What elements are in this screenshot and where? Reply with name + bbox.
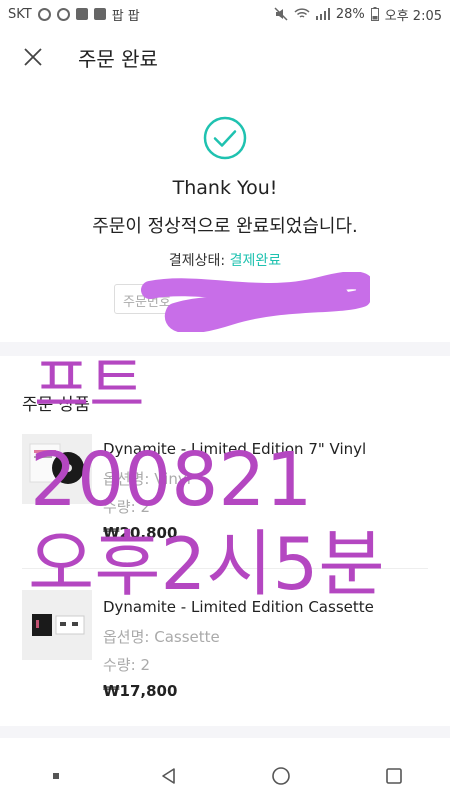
overlay-annotation-line-1: 프트 bbox=[34, 351, 145, 421]
battery-percent: 28% bbox=[335, 6, 365, 22]
status-bar-left: SKT 팝 팝 bbox=[8, 5, 140, 24]
signal-icon bbox=[315, 8, 330, 20]
item-option-label: 옵션명: bbox=[103, 628, 150, 646]
home-button[interactable] bbox=[266, 761, 296, 791]
back-triangle-icon bbox=[161, 768, 175, 784]
item-quantity-label: 수량: bbox=[103, 656, 136, 674]
overlay-annotation-line-2: 200821 bbox=[30, 437, 313, 523]
page-title: 주문 완료 bbox=[78, 46, 158, 71]
recents-button[interactable] bbox=[41, 761, 71, 791]
check-circle-icon bbox=[203, 116, 247, 160]
system-navigation-bar bbox=[0, 752, 450, 800]
order-complete-message: 주문이 정상적으로 완료되었습니다. bbox=[92, 216, 358, 237]
status-bar-right: 28% 오후 2:05 bbox=[274, 5, 442, 24]
wifi-icon bbox=[294, 8, 310, 18]
overlay-annotation-line-3: 오후2시5분 bbox=[28, 522, 385, 606]
notification-icon bbox=[56, 7, 70, 21]
thank-you-text: Thank You! bbox=[172, 177, 278, 199]
clock: 오후 2:05 bbox=[384, 8, 442, 24]
close-icon bbox=[24, 48, 42, 66]
item-option: 옵션명: Cassette bbox=[103, 626, 220, 647]
recents-dot-icon bbox=[53, 773, 60, 779]
status-bar: SKT 팝 팝 28% 오후 2:05 bbox=[0, 0, 450, 28]
carrier-label: SKT bbox=[8, 6, 32, 22]
payment-status-value: 결제완료 bbox=[229, 253, 282, 269]
back-button[interactable] bbox=[154, 761, 184, 791]
home-circle-icon bbox=[272, 767, 291, 785]
overview-button[interactable] bbox=[379, 761, 409, 791]
notification-text: 팝 팝 bbox=[111, 8, 140, 24]
app-header: 주문 완료 bbox=[0, 28, 450, 86]
notification-icon bbox=[37, 7, 51, 21]
battery-icon bbox=[370, 7, 379, 21]
message-icon bbox=[75, 8, 88, 20]
section-divider bbox=[0, 726, 450, 738]
close-button[interactable] bbox=[18, 42, 48, 72]
payment-status-label: 결제상태: bbox=[168, 253, 226, 269]
item-quantity-value: 2 bbox=[140, 656, 150, 674]
payment-status: 결제상태: 결제완료 bbox=[0, 250, 450, 270]
item-option-value: Cassette bbox=[154, 628, 220, 646]
mute-icon bbox=[274, 7, 288, 21]
item-quantity: 수량: 2 bbox=[103, 654, 150, 675]
overview-square-icon bbox=[385, 768, 402, 784]
redaction-scribble bbox=[141, 272, 370, 332]
twitter-icon bbox=[93, 8, 106, 20]
item-price: ₩17,800 bbox=[103, 682, 178, 700]
